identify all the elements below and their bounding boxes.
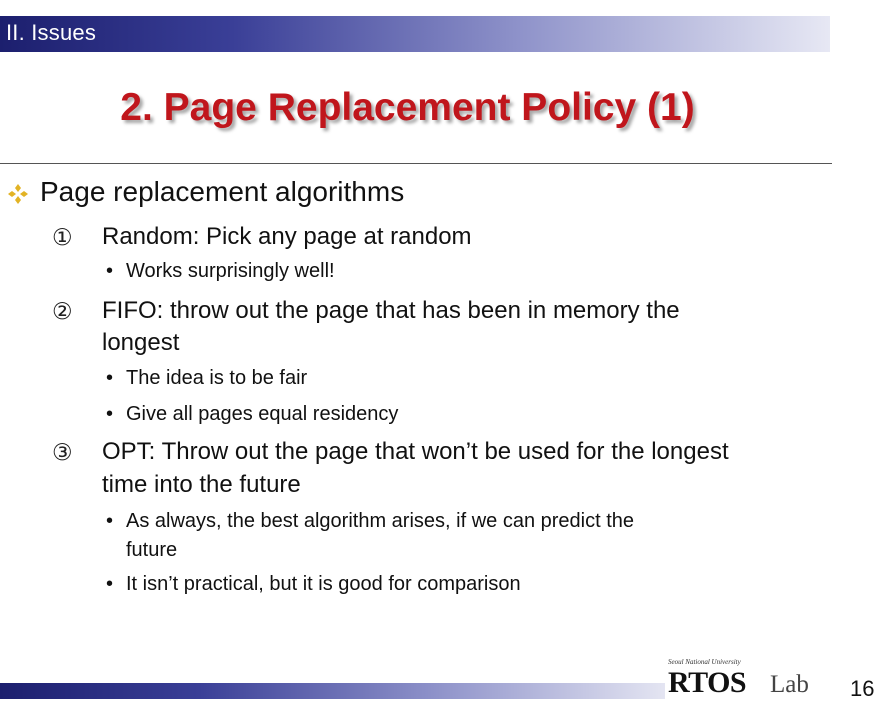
bottom-bar xyxy=(0,683,665,699)
item-1-sub-1: Works surprisingly well! xyxy=(126,260,335,282)
lab-logo-text: Lab xyxy=(770,671,809,698)
item-2-line-1: FIFO: throw out the page that has been i… xyxy=(102,297,680,324)
page-number: 16 xyxy=(850,676,875,701)
item-2-sub-2: Give all pages equal residency xyxy=(126,403,399,425)
dot-bullet-icon: • xyxy=(106,403,114,425)
item-2-sub-1: The idea is to be fair xyxy=(126,367,308,389)
item-number-3: ③ xyxy=(52,439,73,465)
item-3-sub-2: It isn’t practical, but it is good for c… xyxy=(126,573,521,595)
item-3-sub-1-line-1: As always, the best algorithm arises, if… xyxy=(126,510,635,532)
dot-bullet-icon: • xyxy=(106,260,114,282)
main-bullet-text: Page replacement algorithms xyxy=(40,176,405,207)
university-name: Seoul National University xyxy=(668,658,741,666)
item-number-2: ② xyxy=(52,298,73,324)
slide-content: Page replacement algorithms ① Random: Pi… xyxy=(0,0,890,716)
item-3-sub-1-line-2: future xyxy=(126,539,178,561)
item-number-1: ① xyxy=(52,224,73,250)
dot-bullet-icon: • xyxy=(106,510,114,532)
item-3-line-2: time into the future xyxy=(102,471,301,498)
dot-bullet-icon: • xyxy=(106,573,114,595)
rtos-logo: RTOS xyxy=(668,666,747,699)
item-1-line-1: Random: Pick any page at random xyxy=(102,223,472,250)
item-2-line-2: longest xyxy=(102,329,180,356)
dot-bullet-icon: • xyxy=(106,367,114,389)
item-3-line-1: OPT: Throw out the page that won’t be us… xyxy=(102,438,729,465)
